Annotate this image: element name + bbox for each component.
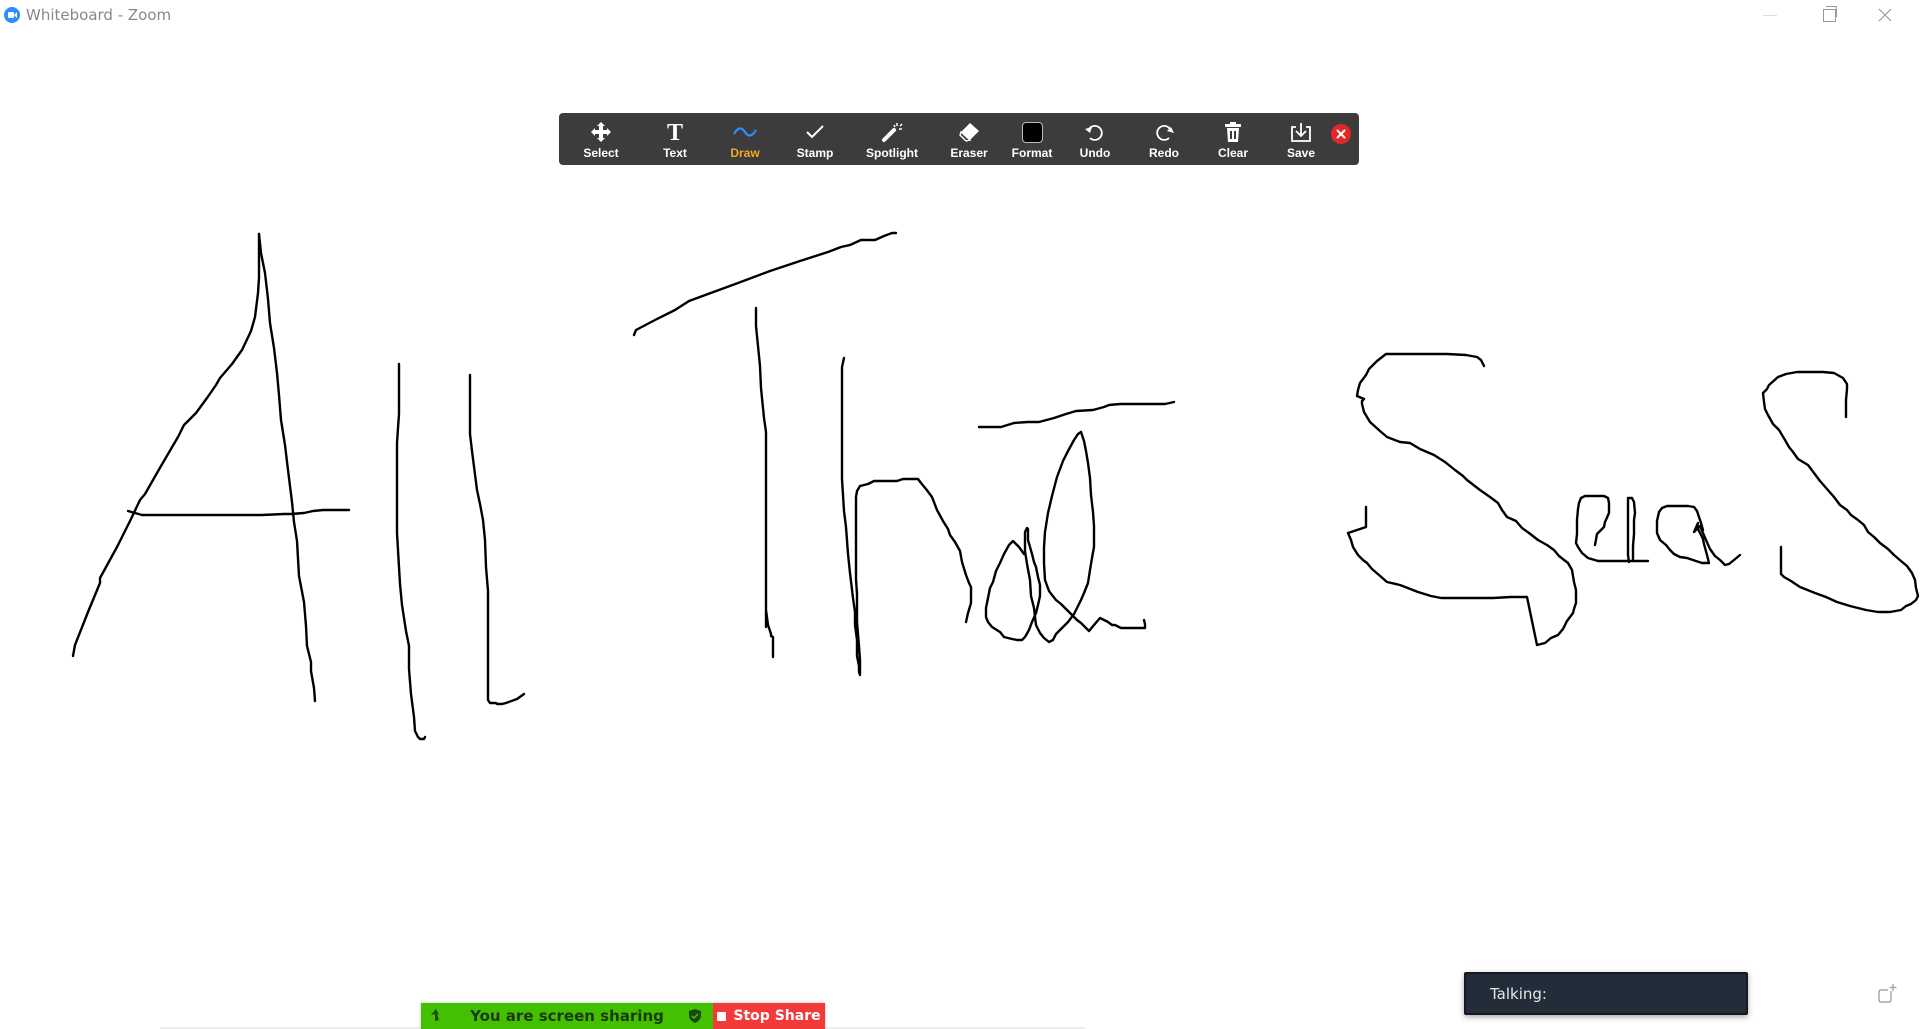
- text-t-icon: T: [667, 121, 683, 143]
- ink-stroke: [126, 508, 351, 517]
- move-arrows-icon: [591, 122, 611, 142]
- tool-save[interactable]: Save: [1281, 113, 1321, 165]
- shield-check-icon: [689, 1009, 701, 1023]
- stop-icon: [717, 1011, 727, 1021]
- tool-label: Eraser: [950, 146, 988, 160]
- new-share-icon: [1878, 984, 1897, 1003]
- ink-stroke: [257, 232, 317, 703]
- ink-strokes: [71, 231, 1920, 741]
- tool-label: Undo: [1079, 146, 1111, 160]
- checkmark-icon: [806, 125, 824, 139]
- ink-stroke: [1626, 496, 1637, 564]
- share-arrow-icon: [431, 1009, 439, 1021]
- whiteboard-toolbar: Select T Text Draw Stamp Spotlight Erase…: [559, 113, 1359, 165]
- tool-clear[interactable]: Clear: [1213, 113, 1253, 165]
- stop-share-label: Stop Share: [733, 1008, 821, 1024]
- tool-spotlight[interactable]: Spotlight: [862, 113, 922, 165]
- color-swatch-icon: [1021, 121, 1043, 143]
- ink-stroke: [984, 430, 1096, 644]
- download-icon: [1291, 123, 1311, 142]
- squiggle-icon: [733, 127, 757, 137]
- tool-eraser[interactable]: Eraser: [946, 113, 992, 165]
- tool-stamp[interactable]: Stamp: [792, 113, 838, 165]
- tool-label: Stamp: [796, 146, 834, 160]
- sharing-status[interactable]: You are screen sharing: [421, 1003, 713, 1029]
- tool-label: Clear: [1217, 146, 1249, 160]
- ink-stroke: [1346, 352, 1578, 647]
- svg-text:T: T: [667, 121, 683, 143]
- ink-stroke: [754, 306, 775, 659]
- tool-label: Redo: [1149, 146, 1179, 160]
- tool-label: Select: [583, 146, 619, 160]
- ink-stroke: [977, 400, 1176, 429]
- tool-label: Save: [1286, 146, 1316, 160]
- tool-redo[interactable]: Redo: [1143, 113, 1185, 165]
- close-toolbar-button[interactable]: [1331, 124, 1351, 144]
- trash-icon: [1225, 122, 1241, 142]
- talking-indicator: Talking:: [1464, 972, 1748, 1015]
- ink-stroke: [395, 362, 427, 741]
- redo-icon: [1156, 125, 1174, 141]
- sharing-status-text: You are screen sharing: [470, 1007, 664, 1025]
- close-icon: [1336, 129, 1346, 139]
- ink-stroke: [632, 231, 898, 337]
- ink-stroke: [840, 356, 973, 677]
- screen-share-bar: You are screen sharing Stop Share: [421, 1003, 825, 1029]
- tool-text[interactable]: T Text: [657, 113, 693, 165]
- magic-wand-icon: [882, 123, 903, 142]
- stop-share-button[interactable]: Stop Share: [713, 1003, 825, 1029]
- new-share-button[interactable]: [1876, 983, 1898, 1005]
- ink-stroke: [1574, 494, 1650, 563]
- tool-select[interactable]: Select: [579, 113, 623, 165]
- tool-format[interactable]: Format: [1009, 113, 1055, 165]
- tool-draw[interactable]: Draw: [726, 113, 764, 165]
- tool-label: Format: [1011, 146, 1053, 160]
- undo-icon: [1085, 125, 1103, 141]
- tool-label: Text: [663, 146, 687, 160]
- tool-label: Draw: [730, 146, 760, 160]
- ink-stroke: [1655, 504, 1742, 567]
- tool-undo[interactable]: Undo: [1074, 113, 1116, 165]
- ink-stroke: [468, 373, 526, 706]
- talking-label: Talking:: [1490, 984, 1547, 1003]
- eraser-icon: [959, 123, 979, 142]
- ink-stroke: [1761, 370, 1920, 614]
- ink-stroke: [71, 232, 261, 658]
- tool-label: Spotlight: [866, 146, 918, 160]
